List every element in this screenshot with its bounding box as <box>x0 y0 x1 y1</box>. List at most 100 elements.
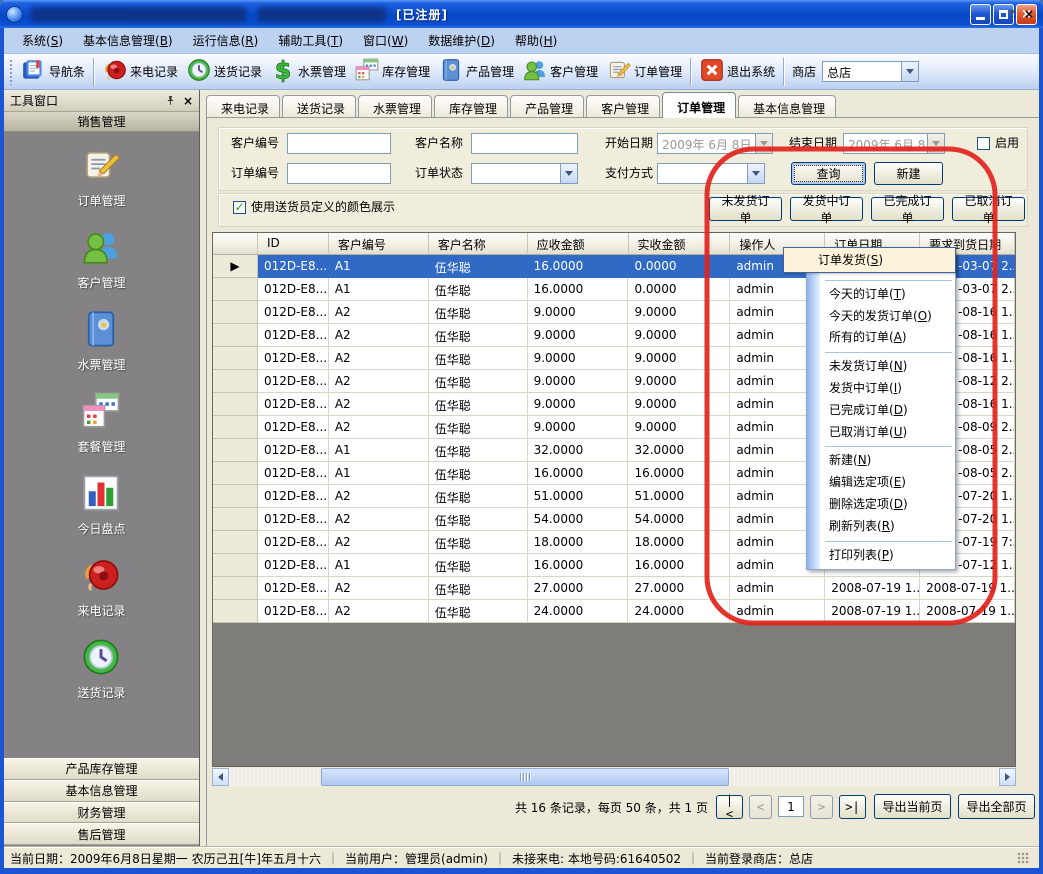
column-header-ID[interactable]: ID <box>258 233 329 255</box>
table-cell[interactable]: 012D-E8... <box>258 577 329 600</box>
table-cell[interactable]: 24.0000 <box>528 600 629 623</box>
table-cell[interactable]: 012D-E8... <box>258 301 329 324</box>
menubar-item-H[interactable]: 帮助(H) <box>505 29 567 52</box>
row-selector[interactable] <box>213 278 258 301</box>
table-cell[interactable]: A1 <box>329 462 429 485</box>
table-cell[interactable]: 伍华聪 <box>429 370 528 393</box>
chevron-down-icon[interactable] <box>747 164 764 183</box>
row-selector[interactable] <box>213 393 258 416</box>
column-header-客户编号[interactable]: 客户编号 <box>329 233 429 255</box>
window-titlebar[interactable]: [已注册] × <box>0 0 1043 28</box>
table-cell[interactable]: 9.0000 <box>628 324 730 347</box>
table-cell[interactable]: 16.0000 <box>628 462 730 485</box>
scrollbar-track[interactable] <box>229 768 999 786</box>
table-cell[interactable]: 012D-E8... <box>258 531 329 554</box>
table-cell[interactable]: 012D-E8... <box>258 347 329 370</box>
prev-page-button[interactable]: < <box>749 795 772 819</box>
toolbar-button-water-ticket-dollar-icon[interactable]: $水票管理 <box>266 54 350 89</box>
chevron-down-icon[interactable] <box>560 164 577 183</box>
table-cell[interactable]: 0.0000 <box>628 255 730 278</box>
table-cell[interactable]: A1 <box>329 554 429 577</box>
table-row[interactable]: 012D-E8...A2伍华聪24.000024.0000admin2008-0… <box>213 600 1015 623</box>
table-cell[interactable]: 012D-E8... <box>258 393 329 416</box>
context-menu-item-R[interactable]: 刷新列表(R) <box>807 516 955 538</box>
table-cell[interactable]: 伍华聪 <box>429 462 528 485</box>
toolbar-button-product-book-icon[interactable]: 产品管理 <box>434 54 518 89</box>
next-page-button[interactable]: > <box>810 795 833 819</box>
table-cell[interactable]: 16.0000 <box>528 255 629 278</box>
table-cell[interactable]: 012D-E8... <box>258 416 329 439</box>
sidebar-item-水票管理[interactable]: 水票管理 <box>77 308 125 373</box>
context-menu-item-P[interactable]: 打印列表(P) <box>807 545 955 567</box>
table-cell[interactable]: 9.0000 <box>528 370 629 393</box>
customer-no-input[interactable] <box>287 133 391 154</box>
sidebar-group-售后管理[interactable]: 售后管理 <box>4 823 199 845</box>
table-cell[interactable]: 伍华聪 <box>429 554 528 577</box>
toolbar-button-customer-people-icon[interactable]: 客户管理 <box>518 54 602 89</box>
context-menu-item-U[interactable]: 已取消订单(U) <box>807 422 955 444</box>
chevron-down-icon[interactable] <box>901 62 918 81</box>
scrollbar-thumb[interactable] <box>321 768 729 786</box>
table-cell[interactable]: A2 <box>329 301 429 324</box>
page-number-input[interactable] <box>778 796 804 817</box>
close-tab-button[interactable]: × <box>1024 7 1034 21</box>
row-selector[interactable] <box>213 485 258 508</box>
table-cell[interactable]: 伍华聪 <box>429 485 528 508</box>
filter-button-未发货订单[interactable]: 未发货订单 <box>709 197 782 221</box>
table-cell[interactable]: 9.0000 <box>528 393 629 416</box>
end-date-picker[interactable]: 2009年 6月 8日 <box>843 133 945 154</box>
row-selector[interactable]: ▶ <box>213 255 258 278</box>
table-cell[interactable]: 012D-E8... <box>258 370 329 393</box>
table-cell[interactable]: 27.0000 <box>628 577 730 600</box>
toolbar-button-exit-icon[interactable]: 退出系统 <box>695 54 779 89</box>
table-row[interactable]: 012D-E8...A2伍华聪27.000027.0000admin2008-0… <box>213 577 1015 600</box>
sidebar-group-财务管理[interactable]: 财务管理 <box>4 802 199 824</box>
table-cell[interactable]: A1 <box>329 278 429 301</box>
menubar-item-T[interactable]: 辅助工具(T) <box>268 29 353 52</box>
menubar-item-R[interactable]: 运行信息(R) <box>183 29 269 52</box>
table-cell[interactable]: 9.0000 <box>628 416 730 439</box>
table-cell[interactable]: 伍华聪 <box>429 439 528 462</box>
enable-checkbox[interactable] <box>977 137 990 150</box>
table-cell[interactable]: 伍华聪 <box>429 531 528 554</box>
sidebar-group-产品库存管理[interactable]: 产品库存管理 <box>4 758 199 780</box>
table-cell[interactable]: A2 <box>329 531 429 554</box>
table-cell[interactable]: A2 <box>329 577 429 600</box>
table-cell[interactable]: 012D-E8... <box>258 508 329 531</box>
context-menu-item-T[interactable]: 今天的订单(T) <box>807 284 955 306</box>
table-cell[interactable]: 伍华聪 <box>429 324 528 347</box>
table-cell[interactable]: 012D-E8... <box>258 462 329 485</box>
column-header-客户名称[interactable]: 客户名称 <box>429 233 528 255</box>
table-cell[interactable]: 2008-07-19 1... <box>920 600 1015 623</box>
column-header-实收金额[interactable]: 实收金额 <box>629 233 731 255</box>
table-cell[interactable]: 012D-E8... <box>258 554 329 577</box>
row-selector[interactable] <box>213 347 258 370</box>
table-cell[interactable]: 51.0000 <box>628 485 730 508</box>
context-menu-item-D[interactable]: 删除选定项(D) <box>807 494 955 516</box>
tab-list-dropdown[interactable] <box>1008 10 1016 15</box>
sidebar-item-来电记录[interactable]: 来电记录 <box>77 554 125 619</box>
table-cell[interactable]: 伍华聪 <box>429 416 528 439</box>
shop-select[interactable]: 总店 <box>822 61 919 82</box>
order-status-select[interactable] <box>471 163 578 184</box>
table-cell[interactable]: A2 <box>329 600 429 623</box>
table-cell[interactable]: admin <box>730 577 825 600</box>
menubar-item-S[interactable]: 系统(S) <box>12 29 73 52</box>
table-cell[interactable]: 9.0000 <box>528 324 629 347</box>
tab-来电记录[interactable]: 来电记录 <box>206 95 280 118</box>
menubar-item-W[interactable]: 窗口(W) <box>353 29 418 52</box>
scroll-left-button[interactable] <box>212 768 229 786</box>
resize-grip[interactable] <box>1017 852 1029 864</box>
table-cell[interactable]: 16.0000 <box>528 554 629 577</box>
export-current-page-button[interactable]: 导出当前页 <box>874 794 951 819</box>
table-cell[interactable]: 18.0000 <box>628 531 730 554</box>
table-cell[interactable]: 伍华聪 <box>429 508 528 531</box>
table-cell[interactable]: 012D-E8... <box>258 324 329 347</box>
row-selector[interactable] <box>213 324 258 347</box>
row-selector[interactable] <box>213 301 258 324</box>
toolbar-button-incoming-call-icon[interactable]: 来电记录 <box>98 54 182 89</box>
start-date-picker[interactable]: 2009年 6月 8日 <box>657 133 773 154</box>
table-cell[interactable]: 伍华聪 <box>429 600 528 623</box>
table-cell[interactable]: 伍华聪 <box>429 278 528 301</box>
filter-button-已取消订单[interactable]: 已取消订单 <box>952 197 1025 221</box>
